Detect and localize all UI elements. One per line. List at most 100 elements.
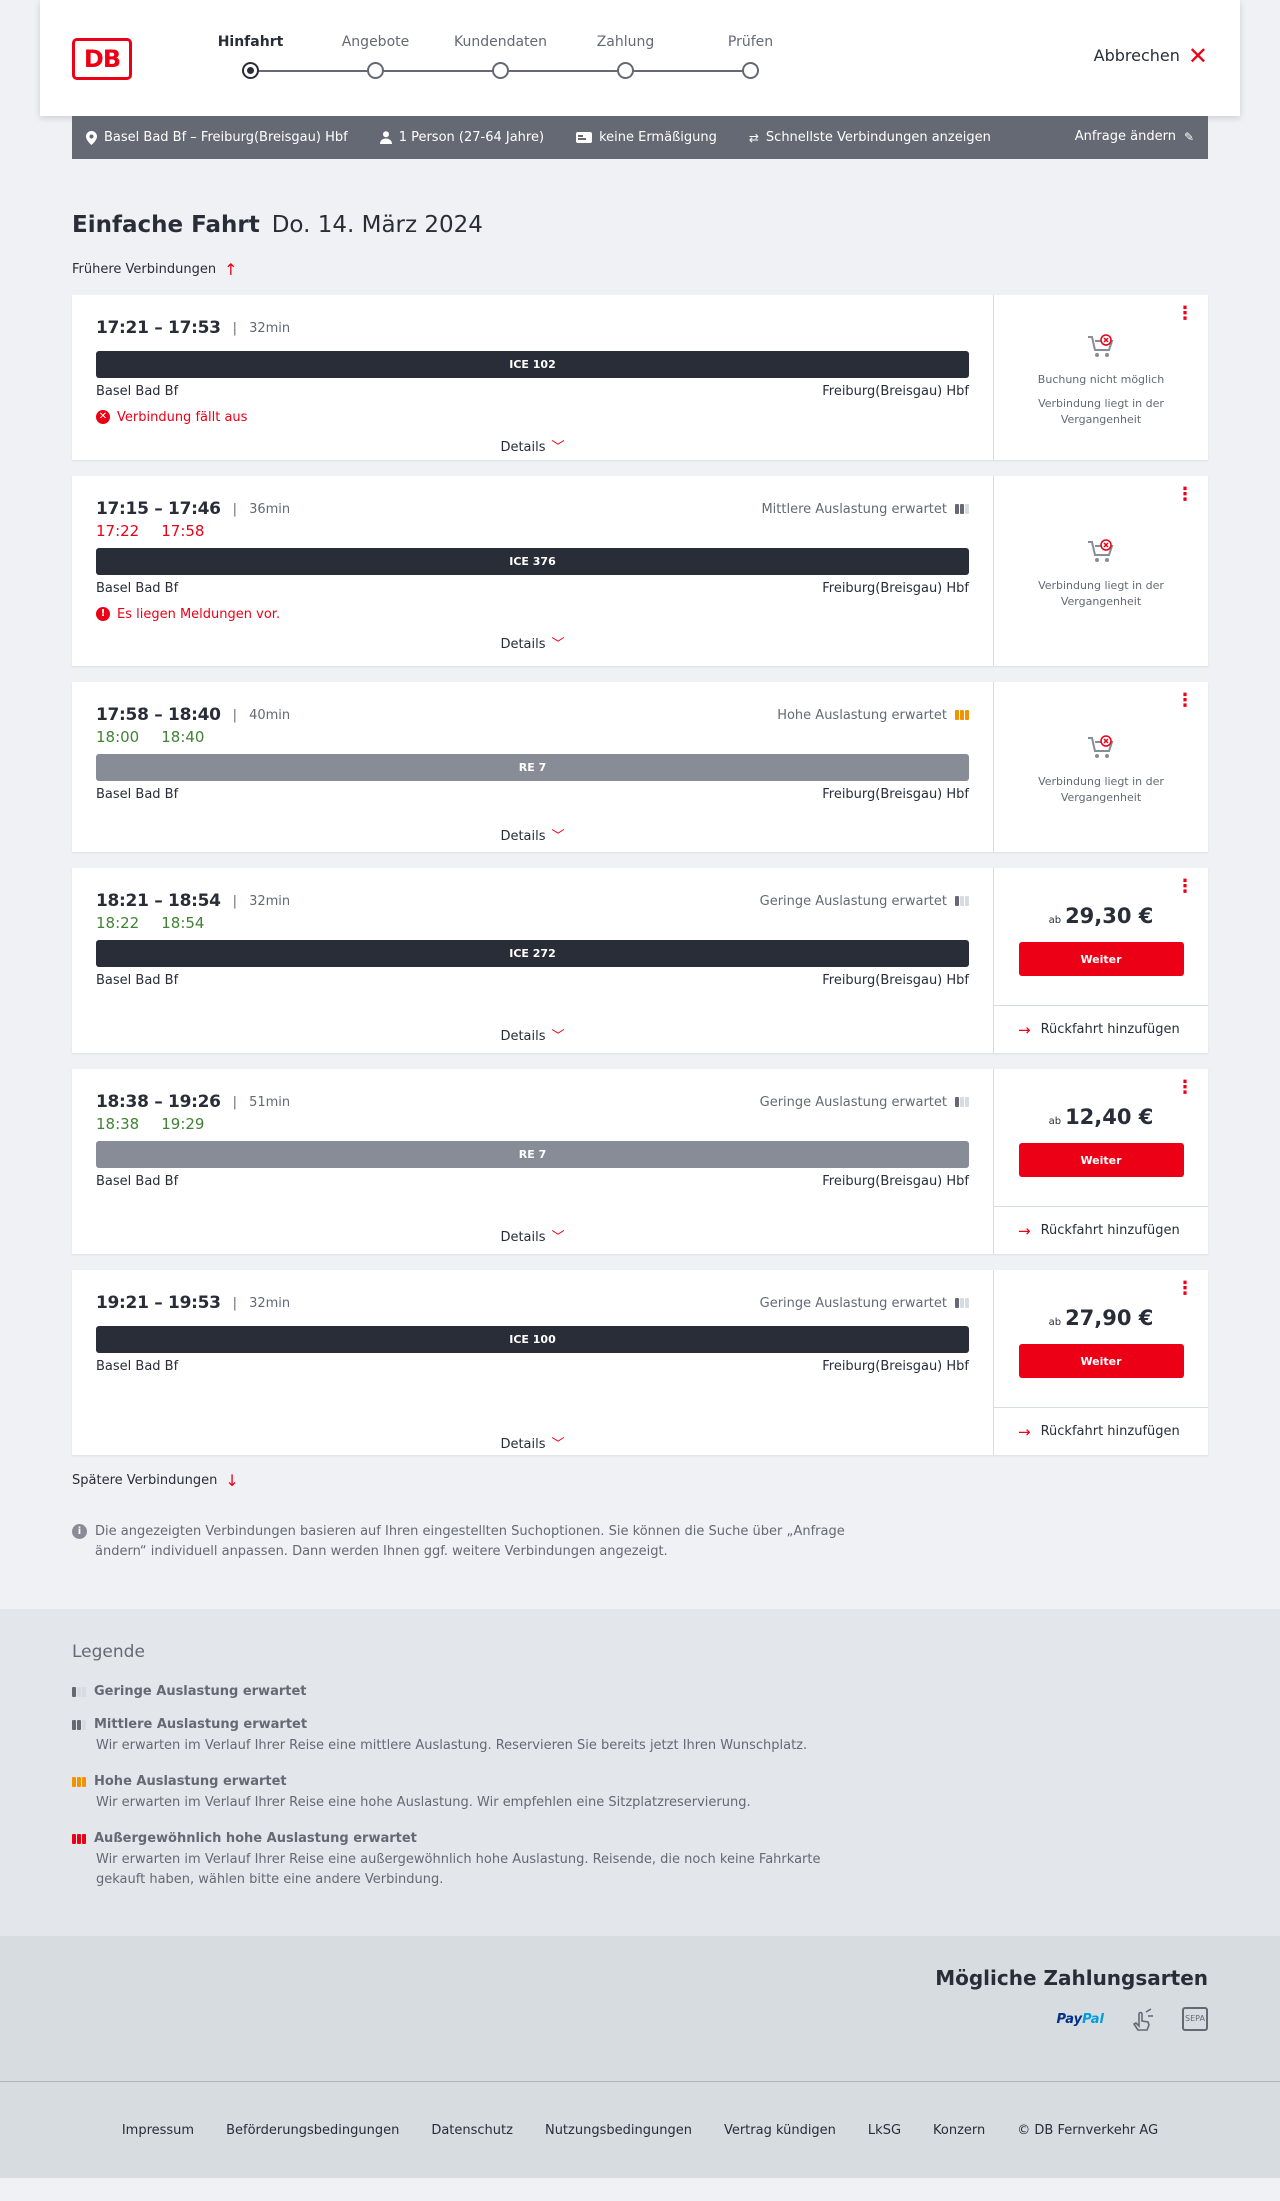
legend-item-exceptional: Außergewöhnlich hohe Auslastung erwartet… — [72, 1831, 1208, 1890]
price-prefix: ab — [1048, 1317, 1062, 1328]
chevron-down-icon: ﹀ — [551, 1029, 565, 1044]
more-options-icon[interactable]: ⋮ — [1176, 878, 1194, 896]
touch-payment-icon — [1132, 2008, 1153, 2031]
legend-item-low: Geringe Auslastung erwartet — [72, 1684, 1208, 1699]
later-connections-link[interactable]: Spätere Verbindungen ↓ — [72, 1471, 1208, 1490]
continue-button[interactable]: Weiter — [1018, 1344, 1184, 1378]
details-toggle[interactable]: Details ﹀ — [96, 1377, 969, 1464]
departure-station: Basel Bad Bf — [96, 973, 179, 988]
realtime-row: 17:22 17:58 — [96, 522, 969, 542]
connection-list: 17:21 – 17:53 | 32min ICE 102 Basel Bad … — [72, 295, 1208, 1455]
summary-persons: 1 Person (27-64 Jahre) — [379, 130, 544, 145]
time-row: 17:58 – 18:40 | 40min Hohe Auslastung er… — [96, 704, 969, 726]
step-dot-active — [242, 62, 259, 79]
connection-info: 17:15 – 17:46 | 36min Mittlere Auslastun… — [72, 476, 994, 666]
train-bar[interactable]: ICE 272 — [96, 940, 969, 967]
details-label: Details — [500, 637, 546, 652]
add-return-trip-link[interactable]: → Rückfahrt hinzufügen — [994, 1407, 1208, 1455]
separator: | — [232, 320, 238, 336]
connection-card: 18:21 – 18:54 | 32min Geringe Auslastung… — [72, 868, 1208, 1053]
step-label: Angebote — [341, 34, 410, 50]
step-label: Hinfahrt — [217, 34, 284, 50]
chevron-down-icon: ﹀ — [551, 1230, 565, 1245]
connection-info: 18:38 – 19:26 | 51min Geringe Auslastung… — [72, 1069, 994, 1254]
realtime-departure: 18:22 — [96, 914, 140, 932]
connection-card: 17:21 – 17:53 | 32min ICE 102 Basel Bad … — [72, 295, 1208, 460]
stations: Basel Bad Bf Freiburg(Breisgau) Hbf — [96, 581, 969, 599]
footer-link-datenschutz[interactable]: Datenschutz — [431, 2123, 513, 2138]
more-options-icon[interactable]: ⋮ — [1176, 305, 1194, 323]
more-options-icon[interactable]: ⋮ — [1176, 486, 1194, 504]
legend-item-label: Mittlere Auslastung erwartet — [94, 1717, 308, 1732]
earlier-connections-link[interactable]: Frühere Verbindungen ↑ — [72, 260, 1208, 279]
legend-item-label: Geringe Auslastung erwartet — [94, 1684, 307, 1699]
load-indicator: Geringe Auslastung erwartet — [760, 1095, 969, 1110]
add-return-trip-link[interactable]: → Rückfahrt hinzufügen — [994, 1005, 1208, 1053]
separator: | — [232, 1295, 238, 1311]
connection-info: 17:58 – 18:40 | 40min Hohe Auslastung er… — [72, 682, 994, 852]
planned-times: 18:38 – 19:26 — [96, 1092, 221, 1112]
train-bar[interactable]: RE 7 — [96, 1141, 969, 1168]
footer-link-nutzungsbedingungen[interactable]: Nutzungsbedingungen — [545, 2123, 692, 2138]
summary-fastest: ⇄ Schnellste Verbindungen anzeigen — [749, 130, 991, 145]
details-toggle[interactable]: Details ﹀ — [96, 426, 969, 467]
legend-title: Legende — [72, 1642, 145, 1662]
arrow-down-icon: ↓ — [225, 1471, 239, 1490]
load-indicator: Geringe Auslastung erwartet — [760, 1296, 969, 1311]
legend-item-label: Hohe Auslastung erwartet — [94, 1774, 287, 1789]
train-bar[interactable]: RE 7 — [96, 754, 969, 781]
notice-message: ! Es liegen Meldungen vor. — [96, 605, 969, 623]
details-toggle[interactable]: Details ﹀ — [96, 1192, 969, 1257]
details-toggle[interactable]: Details ﹀ — [96, 623, 969, 664]
stations: Basel Bad Bf Freiburg(Breisgau) Hbf — [96, 787, 969, 805]
footer-link-lksg[interactable]: LkSG — [868, 2123, 901, 2138]
legend-item-description: Wir erwarten im Verlauf Ihrer Reise eine… — [96, 1738, 808, 1753]
footer-link-befoerderungsbedingungen[interactable]: Beförderungsbedingungen — [226, 2123, 399, 2138]
details-toggle[interactable]: Details ﹀ — [96, 991, 969, 1056]
cancellation-text: Verbindung fällt aus — [117, 409, 248, 425]
db-logo[interactable]: DB — [72, 38, 132, 80]
add-return-trip-label: Rückfahrt hinzufügen — [1040, 1424, 1180, 1439]
paypal-text-1: Pay — [1056, 2011, 1083, 2027]
warning-icon: ! — [96, 607, 110, 621]
pencil-icon: ✎ — [1183, 129, 1194, 144]
continue-button[interactable]: Weiter — [1018, 1143, 1184, 1177]
load-text: Geringe Auslastung erwartet — [759, 1094, 947, 1110]
more-options-icon[interactable]: ⋮ — [1176, 1280, 1194, 1298]
notice-text: Es liegen Meldungen vor. — [117, 606, 281, 622]
step-label: Zahlung — [596, 34, 655, 50]
footer-link-impressum[interactable]: Impressum — [122, 2123, 194, 2138]
arrival-station: Freiburg(Breisgau) Hbf — [822, 384, 969, 399]
connection-offer: ⋮ ab 27,90 € Weiter → Rückfahrt hinzufüge… — [994, 1270, 1208, 1455]
continue-button[interactable]: Weiter — [1018, 942, 1184, 976]
departure-station: Basel Bad Bf — [96, 384, 179, 399]
load-text: Geringe Auslastung erwartet — [759, 1295, 947, 1311]
load-indicator: Hohe Auslastung erwartet — [777, 708, 969, 723]
cancel-label: Abbrechen — [1093, 46, 1180, 65]
stations: Basel Bad Bf Freiburg(Breisgau) Hbf — [96, 973, 969, 991]
edit-request-button[interactable]: Anfrage ändern ✎ — [1075, 129, 1194, 144]
details-toggle[interactable]: Details ﹀ — [96, 805, 969, 856]
footer-link-vertrag-kuendigen[interactable]: Vertrag kündigen — [724, 2123, 836, 2138]
more-options-icon[interactable]: ⋮ — [1176, 692, 1194, 710]
person-icon — [379, 131, 392, 144]
departure-station: Basel Bad Bf — [96, 787, 179, 802]
booking-not-possible: Buchung nicht möglich — [1037, 373, 1165, 386]
arrival-station: Freiburg(Breisgau) Hbf — [822, 1174, 969, 1189]
connection-card: 18:38 – 19:26 | 51min Geringe Auslastung… — [72, 1069, 1208, 1254]
load-indicator: Geringe Auslastung erwartet — [760, 894, 969, 909]
page-title-row: Einfache Fahrt Do. 14. März 2024 — [72, 212, 1208, 238]
footer-link-konzern[interactable]: Konzern — [933, 2123, 985, 2138]
cart-disabled-icon — [1088, 334, 1114, 357]
duration: 36min — [249, 501, 291, 517]
more-options-icon[interactable]: ⋮ — [1176, 1079, 1194, 1097]
legend-item-title: Hohe Auslastung erwartet — [72, 1774, 1208, 1789]
train-bar[interactable]: ICE 100 — [96, 1326, 969, 1353]
top-header: DB Hinfahrt Angebote Kundendaten Zahlung… — [40, 0, 1240, 116]
earlier-connections-label: Frühere Verbindungen — [72, 262, 217, 277]
add-return-trip-link[interactable]: → Rückfahrt hinzufügen — [994, 1206, 1208, 1254]
train-bar[interactable]: ICE 102 — [96, 351, 969, 378]
payment-methods-title: Mögliche Zahlungsarten — [935, 1966, 1208, 1990]
cancel-button[interactable]: Abbrechen ✕ — [1093, 44, 1208, 68]
train-bar[interactable]: ICE 376 — [96, 548, 969, 575]
